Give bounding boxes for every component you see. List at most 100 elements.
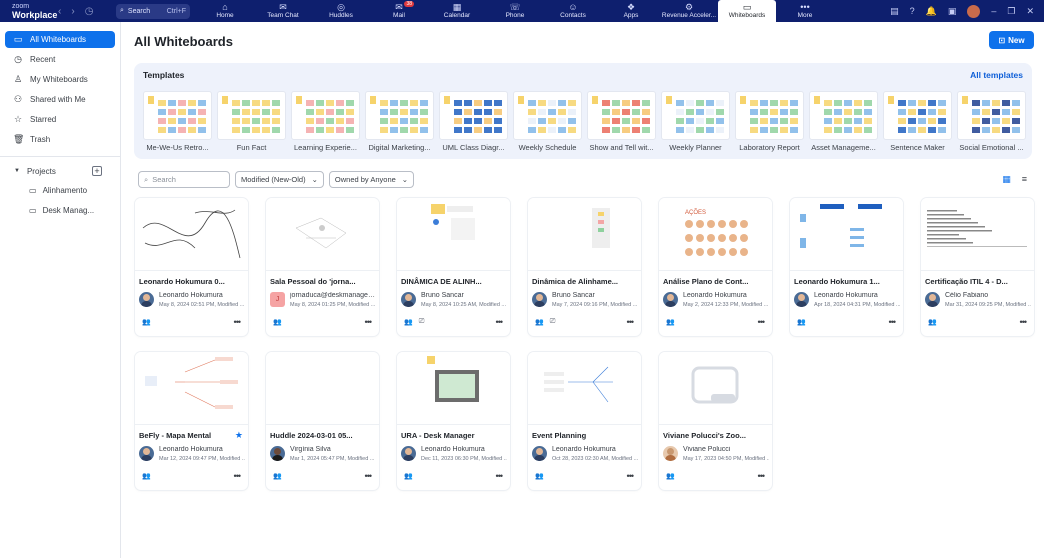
template-thumbnail[interactable] xyxy=(217,91,286,140)
more-options-icon[interactable]: ••• xyxy=(758,317,766,327)
project-item[interactable]: ▭ Desk Manag... xyxy=(0,201,120,219)
nav-calendar[interactable]: ▦ Calendar xyxy=(428,0,486,22)
more-options-icon[interactable]: ••• xyxy=(889,317,897,327)
whiteboard-thumbnail[interactable] xyxy=(528,198,641,271)
nav-whiteboards[interactable]: ▭ Whiteboards xyxy=(718,0,776,22)
whiteboard-card[interactable]: Huddle 2024-03-01 05... Virgínia Silva Mar… xyxy=(266,352,379,490)
more-options-icon[interactable]: ••• xyxy=(365,471,373,481)
whiteboard-card[interactable]: URA - Desk Manager Leonardo Hokumura Dec 1… xyxy=(397,352,510,490)
nav-contacts[interactable]: ☺ Contacts xyxy=(544,0,602,22)
whiteboard-title[interactable]: Sala Pessoal do 'jorna... xyxy=(270,277,370,286)
template-card[interactable]: Weekly Schedule xyxy=(513,91,582,152)
sidebar-item-trash[interactable]: 🗑 Trash xyxy=(5,131,115,148)
sort-dropdown[interactable]: Modified (New-Old) ⌄ xyxy=(235,171,324,188)
whiteboard-title[interactable]: DINÂMICA DE ALINH... xyxy=(401,277,501,286)
owner-filter-dropdown[interactable]: Owned by Anyone ⌄ xyxy=(328,171,415,188)
new-button[interactable]: ⊡ New xyxy=(989,31,1034,49)
notifications-icon[interactable]: 🔔 xyxy=(926,6,937,17)
starred-icon[interactable]: ★ xyxy=(235,430,243,441)
whiteboard-card[interactable]: Dinâmica de Alinhame... Bruno Sancar May 7… xyxy=(528,198,641,336)
nav-mail[interactable]: ✉ Mail 38 xyxy=(370,0,428,22)
whiteboard-thumbnail[interactable] xyxy=(266,198,379,271)
forward-arrow-icon[interactable]: › xyxy=(71,6,74,17)
nav-team-chat[interactable]: ✉ Team Chat xyxy=(254,0,312,22)
whiteboard-thumbnail[interactable] xyxy=(790,198,903,271)
nav-more[interactable]: ••• More xyxy=(776,0,834,22)
minimize-icon[interactable]: – xyxy=(991,6,996,16)
add-project-icon[interactable]: + xyxy=(92,166,102,176)
template-thumbnail[interactable] xyxy=(513,91,582,140)
template-thumbnail[interactable] xyxy=(291,91,360,140)
sidebar-item-shared-with-me[interactable]: ⚇ Shared with Me xyxy=(5,91,115,108)
nav-phone[interactable]: ☏ Phone xyxy=(486,0,544,22)
whiteboard-thumbnail[interactable]: AÇÕES xyxy=(659,198,772,271)
whiteboard-thumbnail[interactable] xyxy=(397,352,510,425)
template-thumbnail[interactable] xyxy=(957,91,1026,140)
whiteboard-card[interactable]: Leonardo Hokumura 1... Leonardo Hokumura A… xyxy=(790,198,903,336)
more-options-icon[interactable]: ••• xyxy=(365,317,373,327)
whiteboard-thumbnail[interactable] xyxy=(266,352,379,425)
close-icon[interactable]: ✕ xyxy=(1026,6,1034,17)
more-options-icon[interactable]: ••• xyxy=(758,471,766,481)
template-thumbnail[interactable] xyxy=(661,91,730,140)
template-card[interactable]: Digital Marketing... xyxy=(365,91,434,152)
template-thumbnail[interactable] xyxy=(439,91,508,140)
help-icon[interactable]: ? xyxy=(910,6,915,16)
template-card[interactable]: Learning Experie... xyxy=(291,91,360,152)
template-card[interactable]: Me-We-Us Retro... xyxy=(143,91,212,152)
template-thumbnail[interactable] xyxy=(587,91,656,140)
whiteboard-title[interactable]: BeFly - Mapa Mental xyxy=(139,431,239,440)
sidebar-item-all-whiteboards[interactable]: ▭ All Whiteboards xyxy=(5,31,115,48)
more-options-icon[interactable]: ••• xyxy=(496,317,504,327)
sidebar-item-starred[interactable]: ☆ Starred xyxy=(5,111,115,128)
template-card[interactable]: Asset Manageme... xyxy=(809,91,878,152)
whiteboard-title[interactable]: URA - Desk Manager xyxy=(401,431,501,440)
whiteboard-thumbnail[interactable] xyxy=(921,198,1034,271)
notes-icon[interactable]: ▤ xyxy=(890,6,899,17)
whiteboard-card[interactable]: Sala Pessoal do 'jorna... Jjornaduca@desk… xyxy=(266,198,379,336)
more-options-icon[interactable]: ••• xyxy=(1020,317,1028,327)
template-thumbnail[interactable] xyxy=(883,91,952,140)
whiteboard-card[interactable]: AÇÕES Análise Plano de Cont... Leonardo Ho… xyxy=(659,198,772,336)
whiteboard-title[interactable]: Certificação ITIL 4 - D... xyxy=(925,277,1025,286)
whiteboard-title[interactable]: Dinâmica de Alinhame... xyxy=(532,277,632,286)
window-icon[interactable]: ▣ xyxy=(948,6,957,17)
template-card[interactable]: UML Class Diagr... xyxy=(439,91,508,152)
template-card[interactable]: Social Emotional ... xyxy=(957,91,1026,152)
more-options-icon[interactable]: ••• xyxy=(496,471,504,481)
template-card[interactable]: Weekly Planner xyxy=(661,91,730,152)
whiteboard-title[interactable]: Viviane Polucci's Zoo... xyxy=(663,431,763,440)
template-thumbnail[interactable] xyxy=(365,91,434,140)
whiteboard-search-input[interactable]: ⌕ Search xyxy=(138,171,230,188)
more-options-icon[interactable]: ••• xyxy=(627,317,635,327)
whiteboard-title[interactable]: Leonardo Hokumura 0... xyxy=(139,277,239,286)
nav-revenue-acceler[interactable]: ⚙ Revenue Acceler... xyxy=(660,0,718,22)
more-options-icon[interactable]: ••• xyxy=(627,471,635,481)
nav-home[interactable]: ⌂ Home xyxy=(196,0,254,22)
whiteboard-thumbnail[interactable] xyxy=(135,352,248,425)
template-thumbnail[interactable] xyxy=(735,91,804,140)
project-item[interactable]: ▭ Alinhamento xyxy=(0,181,120,199)
template-card[interactable]: Sentence Maker xyxy=(883,91,952,152)
whiteboard-card[interactable]: Event Planning Leonardo Hokumura Oct 28, 2… xyxy=(528,352,641,490)
whiteboard-thumbnail[interactable] xyxy=(397,198,510,271)
whiteboard-card[interactable]: DINÂMICA DE ALINH... Bruno Sancar May 8, 2… xyxy=(397,198,510,336)
whiteboard-thumbnail[interactable] xyxy=(659,352,772,425)
restore-icon[interactable]: ❐ xyxy=(1007,6,1015,17)
more-options-icon[interactable]: ••• xyxy=(234,471,242,481)
template-card[interactable]: Show and Tell wit... xyxy=(587,91,656,152)
whiteboard-card[interactable]: Leonardo Hokumura 0... Leonardo Hokumura M… xyxy=(135,198,248,336)
whiteboard-card[interactable]: Viviane Polucci's Zoo... Viviane Polucci M… xyxy=(659,352,772,490)
more-options-icon[interactable]: ••• xyxy=(234,317,242,327)
history-icon[interactable]: ◷ xyxy=(85,6,94,17)
whiteboard-thumbnail[interactable] xyxy=(528,352,641,425)
sidebar-item-recent[interactable]: ◷ Recent xyxy=(5,51,115,68)
whiteboard-card[interactable]: Certificação ITIL 4 - D... Célio Fabiano M… xyxy=(921,198,1034,336)
template-thumbnail[interactable] xyxy=(143,91,212,140)
whiteboard-thumbnail[interactable] xyxy=(135,198,248,271)
user-avatar[interactable] xyxy=(967,4,981,18)
grid-view-icon[interactable]: ▦ xyxy=(1002,174,1011,185)
sidebar-item-my-whiteboards[interactable]: ♙ My Whiteboards xyxy=(5,71,115,88)
whiteboard-card[interactable]: BeFly - Mapa Mental ★ Leonardo Hokumura Mar… xyxy=(135,352,248,490)
whiteboard-title[interactable]: Leonardo Hokumura 1... xyxy=(794,277,894,286)
